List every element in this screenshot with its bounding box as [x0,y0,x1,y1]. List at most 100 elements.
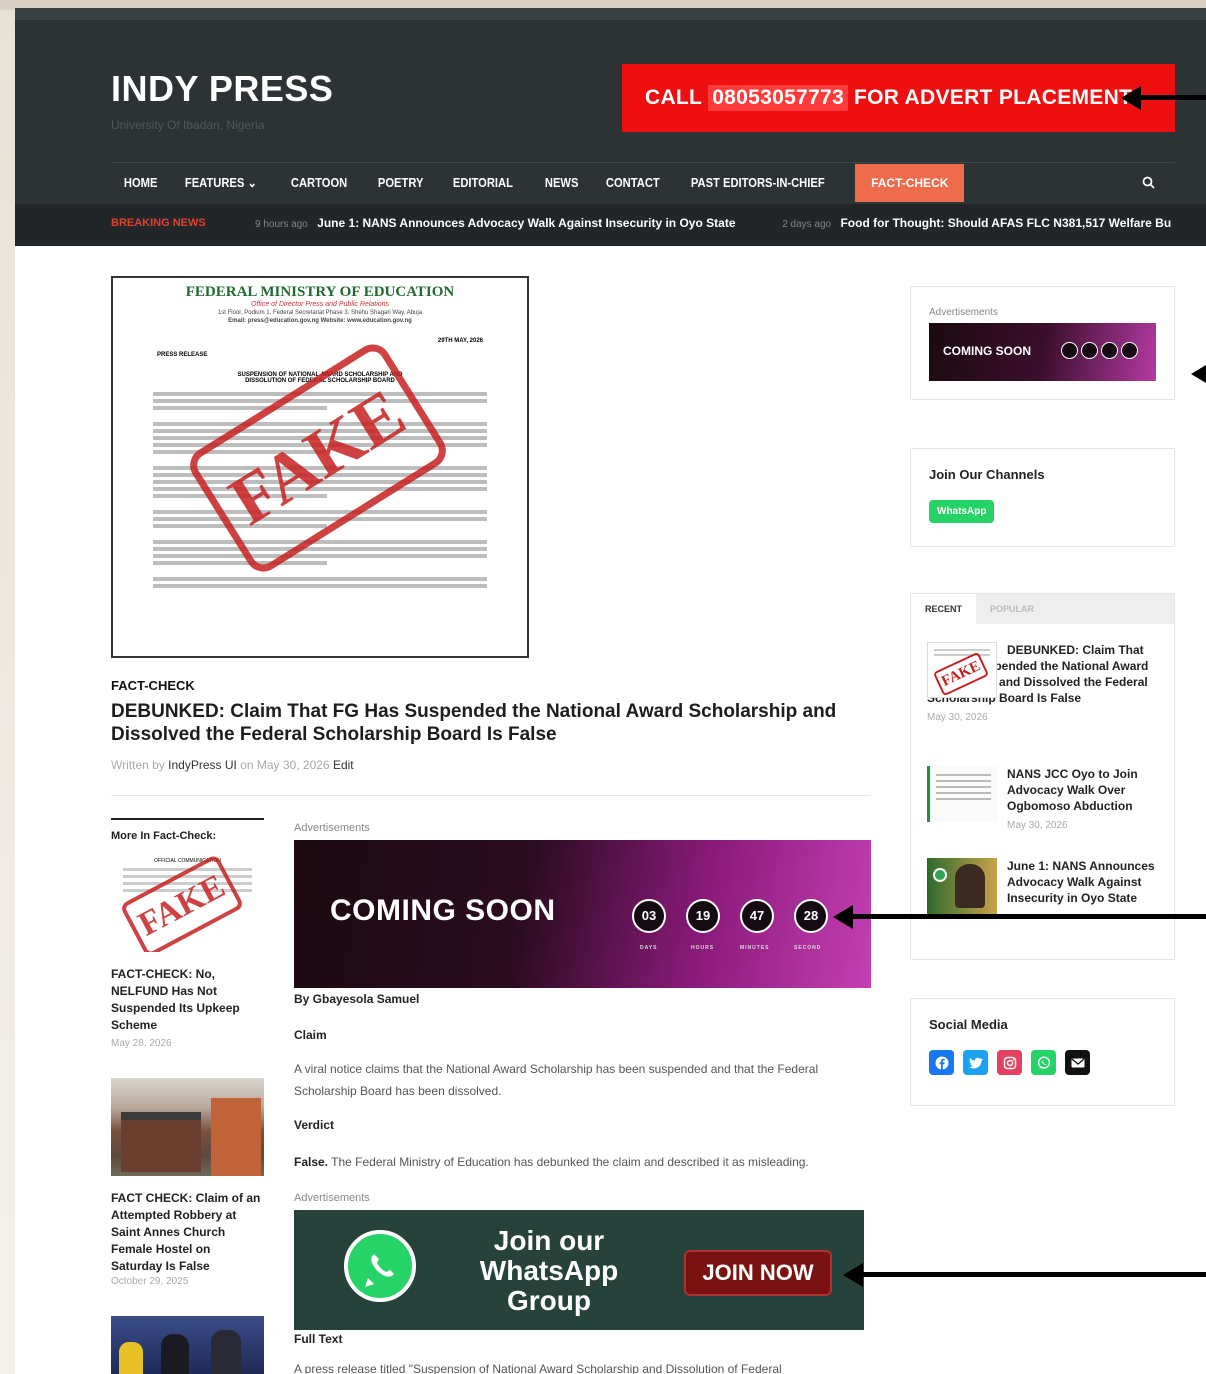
nav-item-news[interactable]: NEWS [532,164,591,202]
tab-popular[interactable]: POPULAR [976,594,1048,624]
verdict-heading: Verdict [294,1118,335,1132]
recent-item[interactable]: NANS JCC Oyo to Join Advocacy Walk Over … [927,766,1163,831]
verdict-body: The Federal Ministry of Education has de… [331,1155,809,1169]
countdown-label: SECOND [794,945,822,951]
site-logo[interactable]: INDY PRESS [111,68,333,110]
full-text-heading: Full Text [294,1332,343,1346]
whatsapp-channel-button[interactable]: WhatsApp [929,500,995,523]
advert-phone: 08053057773 [708,85,848,111]
claim-text: A viral notice claims that the National … [294,1062,819,1098]
thumbnail-caption: OFFICIAL COMMUNICATION [154,858,221,864]
advert-prefix: CALL [645,86,703,109]
countdown-dot [1121,342,1138,359]
document-date: 29TH MAY, 2026 [437,338,483,344]
document-address: 1st Floor, Podium 1, Federal Secretariat… [217,310,423,316]
more-item-title[interactable]: FACT-CHECK: No, NELFUND Has Not Suspende… [111,966,261,1034]
recent-item-date: May 30, 2026 [1007,820,1068,831]
countdown-label: MINUTES [740,945,770,951]
more-item-date: May 28, 2026 [111,1038,172,1049]
facebook-icon[interactable] [929,1050,954,1075]
whatsapp-group-advert[interactable]: Join our WhatsApp Group JOIN NOW [294,1210,864,1330]
annotation-arrow-shaft [851,914,1206,919]
advertisements-label: Advertisements [294,1192,370,1204]
recent-item-thumbnail: FAKE [927,642,997,698]
more-item-thumbnail[interactable] [111,1316,264,1374]
recent-popular-widget: RECENT POPULAR FAKE DEBUNKED: Claim That… [910,593,1175,960]
more-in-fact-check-heading: More In Fact-Check: [111,818,264,842]
email-icon[interactable] [1065,1050,1090,1075]
twitter-icon[interactable] [963,1050,988,1075]
countdown-seconds: 28 [794,899,828,933]
whatsapp-icon[interactable] [1031,1050,1056,1075]
article-title: DEBUNKED: Claim That FG Has Suspended th… [111,701,837,745]
countdown-dot [1081,342,1098,359]
nav-item-past-editors[interactable]: PAST EDITORS-IN-CHIEF [678,164,838,202]
search-icon[interactable] [1140,174,1158,192]
document-heading: FEDERAL MINISTRY OF EDUCATION [185,284,455,300]
whatsapp-advert-text: Join our WhatsApp Group [464,1226,634,1316]
recent-item[interactable]: June 1: NANS Announces Advocacy Walk Aga… [927,858,1163,914]
countdown-days: 03 [632,899,666,933]
more-item-thumbnail[interactable]: OFFICIAL COMMUNICATION FAKE [111,854,264,952]
sidebar-advert-widget: Advertisements COMING SOON [910,286,1175,400]
countdown-hours: 19 [686,899,720,933]
countdown-label: DAYS [640,945,658,951]
nav-item-features[interactable]: FEATURES ⌄ [172,164,270,202]
ticker-headline[interactable]: June 1: NANS Announces Advocacy Walk Aga… [317,216,735,230]
browser-page: INDY PRESS University Of Ibadan, Nigeria… [15,8,1206,1374]
ticker-time: 9 hours ago [255,219,308,230]
more-item-title[interactable]: FACT CHECK: Claim of an Attempted Robber… [111,1190,261,1275]
document-contact: Email: press@education.gov.ng Website: w… [228,318,412,324]
social-icons-row [929,1050,1156,1075]
site-tagline: University Of Ibadan, Nigeria [111,118,265,132]
advert-placement-banner[interactable]: CALL 08053057773 FOR ADVERT PLACEMENT [622,64,1175,132]
verdict-lead: False. [294,1155,329,1169]
nav-item-contact[interactable]: CONTACT [593,164,673,202]
recent-item-thumbnail [927,766,997,822]
recent-item[interactable]: FAKE DEBUNKED: Claim That FG Has Suspend… [927,642,1163,723]
join-now-button[interactable]: JOIN NOW [684,1250,832,1296]
whatsapp-icon [344,1230,416,1302]
countdown-dot [1101,342,1118,359]
nav-item-home[interactable]: HOME [111,164,170,202]
more-item-date: October 29, 2025 [111,1276,189,1287]
instagram-icon[interactable] [997,1050,1022,1075]
whatsapp-advert-line: Group [507,1285,591,1316]
countdown-minutes: 47 [740,899,774,933]
more-item-thumbnail[interactable] [111,1078,264,1176]
nav-item-features-label: FEATURES [184,175,245,190]
nav-item-poetry[interactable]: POETRY [365,164,436,202]
advertisements-label: Advertisements [929,307,998,318]
advert-suffix: FOR ADVERT PLACEMENT [853,86,1133,109]
tab-recent[interactable]: RECENT [911,594,977,624]
countdown-dot [1061,342,1078,359]
recent-item-date: May 30, 2026 [927,712,988,723]
article-category[interactable]: FACT-CHECK [111,678,195,693]
annotation-arrow-shaft [861,1272,1206,1277]
annotation-arrow-head [843,1263,863,1287]
breaking-news-label: BREAKING NEWS [111,217,206,229]
annotation-arrow-head [1191,362,1206,386]
annotation-arrow-head [833,905,853,929]
breaking-news-bar: BREAKING NEWS 9 hours ago June 1: NANS A… [15,204,1206,246]
coming-soon-advert[interactable]: COMING SOON 03 19 47 28 DAYS HOURS MINUT… [294,840,871,988]
article-author-line: By Gbayesola Samuel [294,992,420,1006]
recent-item-thumbnail [927,858,997,914]
nav-item-fact-check[interactable]: FACT-CHECK [855,164,965,202]
claim-heading: Claim [294,1028,327,1042]
edit-link[interactable]: Edit [333,758,354,772]
nav-item-editorial[interactable]: EDITORIAL [440,164,526,202]
article-divider [111,795,871,796]
verdict-text: False. The Federal Ministry of Education… [294,1151,871,1173]
nav-item-cartoon[interactable]: CARTOON [278,164,360,202]
fake-stamp: FAKE [932,651,990,697]
coming-soon-headline: COMING SOON [330,894,556,927]
full-text-body: A press release titled "Suspension of Na… [294,1362,782,1374]
header-top-bar [15,8,1206,20]
featured-image-press-release[interactable]: FEDERAL MINISTRY OF EDUCATION Office of … [111,276,529,658]
chevron-down-icon: ⌄ [247,175,257,190]
byline-author[interactable]: IndyPress UI [168,758,237,772]
sidebar-coming-soon-advert[interactable]: COMING SOON [929,323,1156,381]
whatsapp-advert-line: Join our [493,1225,605,1256]
ticker-headline[interactable]: Food for Thought: Should AFAS FLC N381,5… [840,216,1171,230]
